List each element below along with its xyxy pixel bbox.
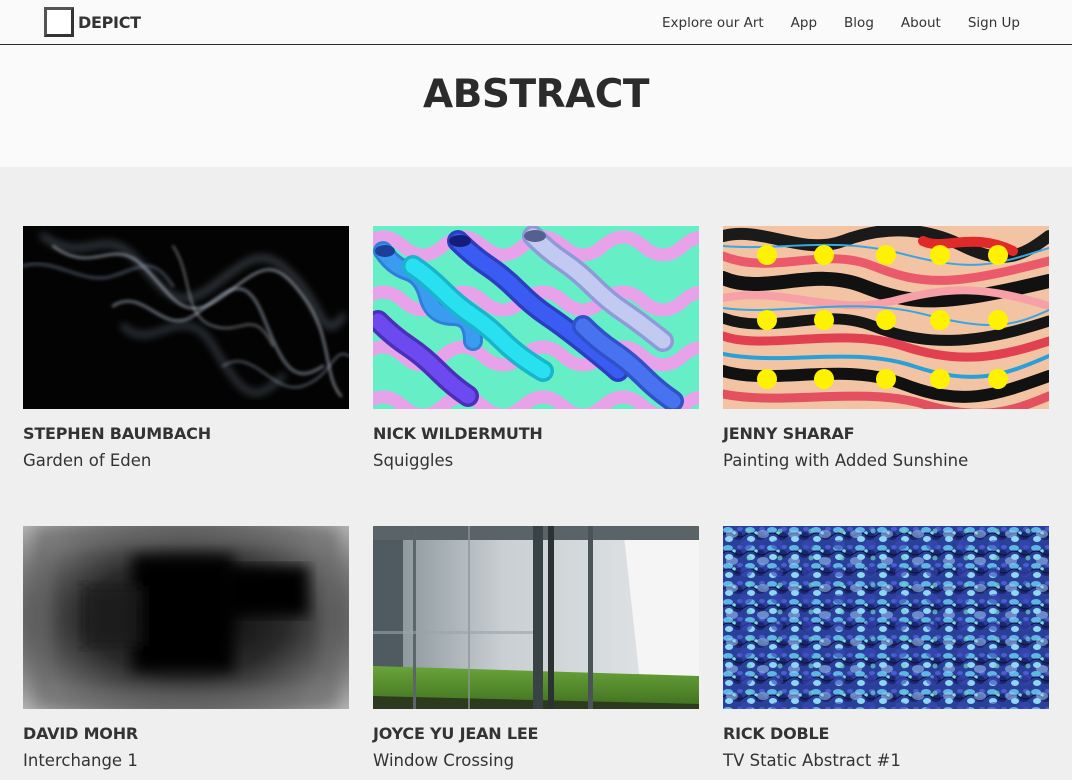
artwork-thumbnail[interactable] (23, 226, 349, 409)
artwork-thumbnail[interactable] (373, 226, 699, 409)
artist-name: STEPHEN BAUMBACH (23, 424, 211, 443)
nav-app[interactable]: App (791, 15, 817, 31)
nav-blog[interactable]: Blog (844, 15, 874, 31)
nav-about[interactable]: About (901, 15, 941, 31)
artwork-title: Painting with Added Sunshine (723, 451, 969, 470)
artist-name: JENNY SHARAF (723, 424, 855, 443)
page-title: ABSTRACT (422, 72, 650, 117)
artwork-card[interactable]: DAVID MOHR Interchange 1 (23, 526, 349, 770)
nav-explore-art[interactable]: Explore our Art (662, 15, 764, 31)
artwork-card[interactable]: RICK DOBLE TV Static Abstract #1 (723, 526, 1049, 770)
artist-name: JOYCE YU JEAN LEE (373, 724, 539, 743)
main-nav: Explore our Art App Blog About Sign Up (635, 0, 1020, 45)
artwork-title: Squiggles (373, 451, 454, 470)
artwork-card[interactable]: JENNY SHARAF Painting with Added Sunshin… (723, 226, 1049, 470)
artwork-title: Interchange 1 (23, 751, 138, 770)
artist-name: NICK WILDERMUTH (373, 424, 543, 443)
artwork-title: Window Crossing (373, 751, 515, 770)
nav-sign-up[interactable]: Sign Up (968, 15, 1020, 31)
artwork-card[interactable]: JOYCE YU JEAN LEE Window Crossing (373, 526, 699, 770)
artwork-thumbnail[interactable] (23, 526, 349, 709)
depict-logo[interactable]: DEPICT (44, 7, 141, 37)
artwork-thumbnail[interactable] (723, 526, 1049, 709)
artwork-thumbnail[interactable] (723, 226, 1049, 409)
brand-name: DEPICT (78, 12, 141, 32)
category-header: ABSTRACT (0, 45, 1072, 167)
artwork-title: Garden of Eden (23, 451, 152, 470)
artist-name: RICK DOBLE (723, 724, 830, 743)
artwork-card[interactable]: NICK WILDERMUTH Squiggles (373, 226, 699, 470)
artwork-title: TV Static Abstract #1 (723, 751, 901, 770)
artist-name: DAVID MOHR (23, 724, 139, 743)
top-navbar: DEPICT Explore our Art App Blog About Si… (0, 0, 1072, 45)
artwork-thumbnail[interactable] (373, 526, 699, 709)
logo-frame-icon (44, 7, 74, 37)
artwork-card[interactable]: STEPHEN BAUMBACH Garden of Eden (23, 226, 349, 470)
